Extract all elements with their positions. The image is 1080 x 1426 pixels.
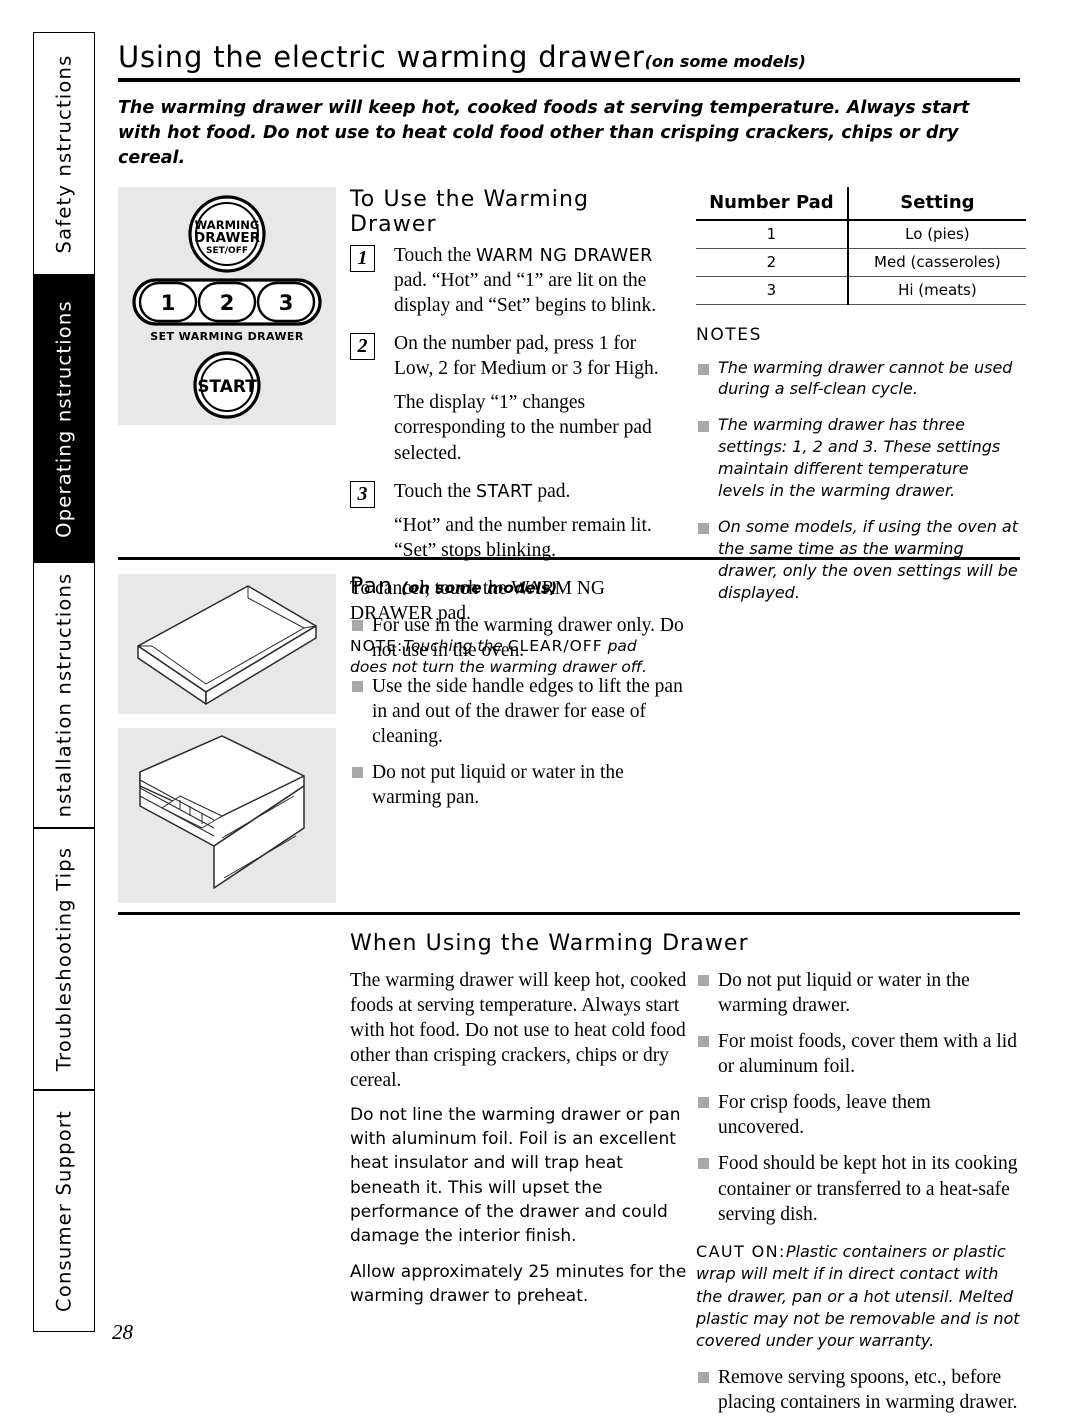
when-using-bullet-list-top: Do not put liquid or water in the warmin… <box>696 968 1020 1227</box>
settings-and-notes-column: Number Pad Setting 1 Lo (pies) 2 Med (ca… <box>696 186 1026 618</box>
steps-list: 1 Touch the WARM NG DRAWER pad. “Hot” an… <box>350 243 678 564</box>
step-extra-text: “Hot” and the number remain lit. “Set” s… <box>394 514 652 561</box>
section-heading-to-use: To Use the Warming Drawer <box>350 186 590 237</box>
step-item: 2 On the number pad, press 1 for Low, 2 … <box>350 331 678 466</box>
table-cell-setting: Lo (pies) <box>847 219 1026 249</box>
section-when-using-warming-drawer: When Using the Warming Drawer The warmin… <box>118 915 1020 1413</box>
pan-bullet-item: For use in the warming drawer only. Do n… <box>350 613 690 663</box>
sidebar-tab-label: Operating nstructions <box>52 299 76 538</box>
sidebar-tab-safety-instructions[interactable]: Safety nstructions <box>33 32 95 275</box>
warming-pan-illustration <box>118 573 336 714</box>
step-ui-label: WARM NG DRAWER <box>476 245 653 266</box>
table-cell-number-pad: 1 <box>696 219 849 249</box>
step-text-pre: On the number pad, press 1 for Low, 2 fo… <box>394 332 659 380</box>
sidebar-tab-label: Consumer Support <box>52 1110 76 1312</box>
intro-paragraph: The warming drawer will keep hot, cooked… <box>118 98 970 168</box>
notes-heading: NOTES <box>696 324 763 345</box>
table-cell-setting: Med (casseroles) <box>847 248 1026 277</box>
step-ui-label: START <box>476 481 533 502</box>
sidebar-tab-operating-instructions[interactable]: Operating nstructions <box>33 275 95 562</box>
step-item: 1 Touch the WARM NG DRAWER pad. “Hot” an… <box>350 243 678 318</box>
caution-lead: CAUT ON: <box>696 1241 786 1261</box>
page-number: 28 <box>112 1320 133 1344</box>
when-using-preheat-note: Allow approximately 25 minutes for the w… <box>350 1261 687 1307</box>
table-header-setting: Setting <box>847 186 1026 221</box>
step-text-pre: Touch the <box>394 480 477 502</box>
table-row: 1 Lo (pies) <box>696 219 1026 249</box>
sidebar-tabs: Safety nstructions Operating nstructions… <box>33 32 95 1332</box>
step-text-post: pad. <box>532 480 571 502</box>
note-item: The warming drawer cannot be used during… <box>696 357 1020 401</box>
pan-text-column: Pan (on some models) For use in the warm… <box>350 574 690 822</box>
table-row: 3 Hi (meats) <box>696 276 1026 305</box>
step-number: 3 <box>350 480 375 508</box>
svg-text:1: 1 <box>161 291 176 315</box>
svg-text:DRAWER: DRAWER <box>194 230 261 246</box>
sidebar-tab-installation-instructions[interactable]: nstallation nstructions <box>33 562 95 828</box>
sidebar-tab-consumer-support[interactable]: Consumer Support <box>33 1090 95 1332</box>
warming-drawer-svg <box>139 734 305 889</box>
note-item: The warming drawer has three settings: 1… <box>696 414 1020 502</box>
table-cell-number-pad: 2 <box>696 248 849 277</box>
when-using-right-column: Do not put liquid or water in the warmin… <box>696 968 1020 1426</box>
step-number: 1 <box>350 244 375 272</box>
warming-pan-svg <box>137 584 317 705</box>
when-using-bullet-item: Food should be kept hot in its cooking c… <box>696 1151 1020 1226</box>
when-using-bullet-item: Remove serving spoons, etc., before plac… <box>696 1365 1020 1415</box>
svg-text:2: 2 <box>220 291 235 315</box>
sidebar-tab-label: Troubleshooting Tips <box>52 846 76 1072</box>
step-text-pre: Touch the <box>394 244 477 266</box>
when-using-paragraph-serif: The warming drawer will keep hot, cooked… <box>350 969 687 1092</box>
when-using-foil-warning: Do not line the warming drawer or pan wi… <box>350 1105 681 1246</box>
section-heading-when-using: When Using the Warming Drawer <box>350 930 749 956</box>
table-cell-setting: Hi (meats) <box>847 276 1026 305</box>
when-using-bullet-item: For crisp foods, leave them uncovered. <box>696 1090 1020 1140</box>
when-using-bullet-list-bottom: Remove serving spoons, etc., before plac… <box>696 1365 1020 1415</box>
step-number: 2 <box>350 332 375 360</box>
step-text-post: pad. “Hot” and “1” are lit on the displa… <box>394 269 657 316</box>
svg-text:SET WARMING DRAWER: SET WARMING DRAWER <box>150 330 304 343</box>
step-extra-text: The display “1” changes corresponding to… <box>394 392 652 464</box>
pan-heading-text: Pan <box>350 573 394 599</box>
sidebar-tab-label: Safety nstructions <box>52 54 76 253</box>
when-using-bullet-item: For moist foods, cover them with a lid o… <box>696 1029 1020 1079</box>
svg-text:3: 3 <box>279 291 294 315</box>
section-pan: Pan (on some models) For use in the warm… <box>118 560 1020 912</box>
pan-heading-models-note: (on some models) <box>401 578 558 597</box>
page-title-text: Using the electric warming drawer <box>118 40 645 74</box>
pan-bullet-list: For use in the warming drawer only. Do n… <box>350 613 690 811</box>
page-title-models-note: (on some models) <box>644 52 806 71</box>
sidebar-tab-troubleshooting-tips[interactable]: Troubleshooting Tips <box>33 828 95 1090</box>
pan-bullet-item: Do not put liquid or water in the warmin… <box>350 760 690 810</box>
table-header-row: Number Pad Setting <box>696 186 1026 221</box>
step-item: 3 Touch the START pad. “Hot” and the num… <box>350 479 678 563</box>
title-divider <box>118 78 1020 82</box>
pan-bullet-item: Use the side handle edges to lift the pa… <box>350 674 690 749</box>
step-text: Touch the WARM NG DRAWER pad. “Hot” and … <box>394 243 678 318</box>
svg-text:SET/OFF: SET/OFF <box>206 246 248 256</box>
warming-drawer-open-illustration <box>118 727 336 903</box>
when-using-bullet-item: Do not put liquid or water in the warmin… <box>696 968 1020 1018</box>
step-text: On the number pad, press 1 for Low, 2 fo… <box>394 331 678 381</box>
section-heading-pan: Pan (on some models) <box>350 574 690 599</box>
section-to-use-warming-drawer: WARMING DRAWER SET/OFF 1 2 3 SET WARMING… <box>118 186 1026 676</box>
control-panel-illustration: WARMING DRAWER SET/OFF 1 2 3 SET WARMING… <box>118 186 336 425</box>
step-text: Touch the START pad. <box>394 479 678 504</box>
svg-text:START: START <box>197 377 257 397</box>
table-header-number-pad: Number Pad <box>696 186 849 221</box>
sidebar-tab-label: nstallation nstructions <box>52 572 76 818</box>
settings-table: Number Pad Setting 1 Lo (pies) 2 Med (ca… <box>696 186 1026 305</box>
when-using-left-column: The warming drawer will keep hot, cooked… <box>350 968 690 1321</box>
table-cell-number-pad: 3 <box>696 276 849 305</box>
table-row: 2 Med (casseroles) <box>696 248 1026 277</box>
page-title: Using the electric warming drawer(on som… <box>118 40 1020 78</box>
caution-paragraph: CAUT ON:Plastic containers or plastic wr… <box>696 1241 1020 1353</box>
control-panel-svg: WARMING DRAWER SET/OFF 1 2 3 SET WARMING… <box>132 194 322 419</box>
